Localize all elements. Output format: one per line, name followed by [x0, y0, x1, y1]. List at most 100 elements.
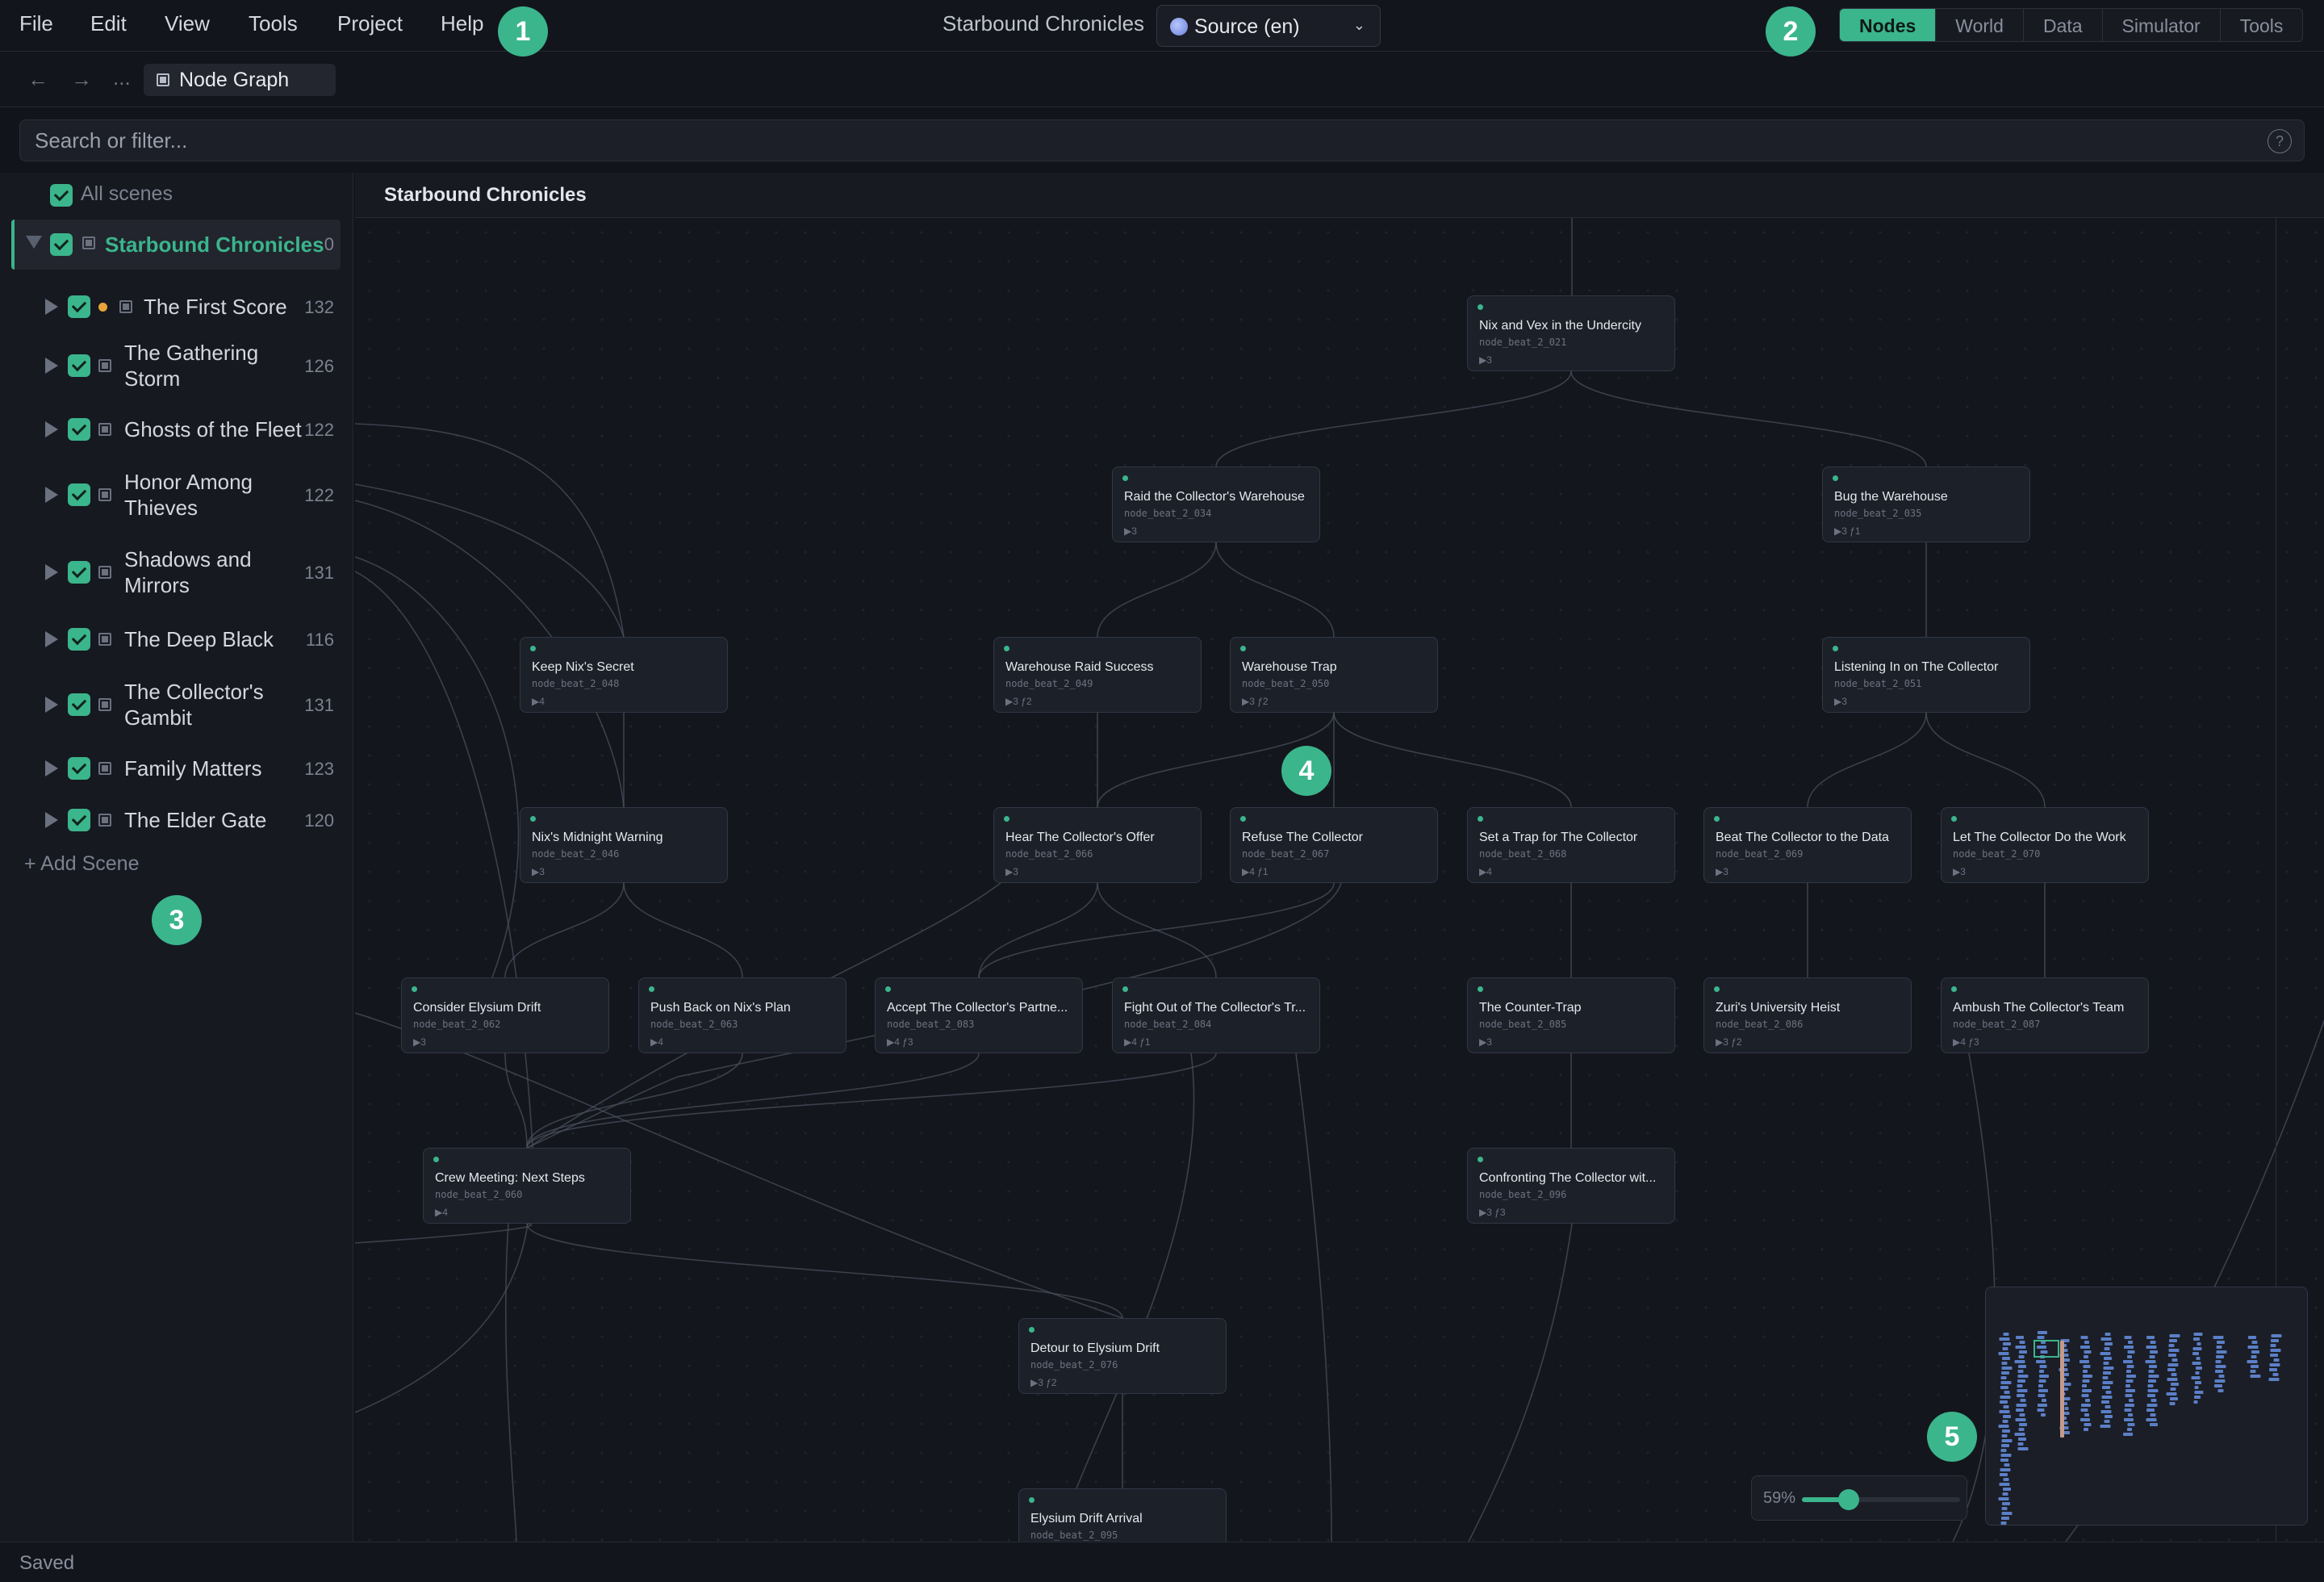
- sidebar-item-scene[interactable]: The Gathering Storm 126: [0, 333, 353, 399]
- all-scenes-checkbox[interactable]: [50, 184, 73, 207]
- minimap-node: [2127, 1355, 2132, 1358]
- minimap-node: [2171, 1383, 2179, 1386]
- node-status-dot-icon: [1478, 304, 1483, 310]
- forward-arrow-icon[interactable]: →: [71, 67, 92, 92]
- tab-data[interactable]: Data: [2024, 9, 2103, 41]
- graph-node[interactable]: Detour to Elysium Drift node_beat_2_076 ▶3…: [1018, 1318, 1227, 1394]
- node-id: node_beat_2_096: [1479, 1189, 1567, 1200]
- sidebar-item-scene[interactable]: Honor Among Thieves 122: [0, 462, 353, 528]
- minimap[interactable]: [1985, 1287, 2308, 1526]
- graph-node[interactable]: Raid the Collector's Warehouse node_beat_…: [1112, 467, 1320, 542]
- help-icon[interactable]: ?: [2268, 129, 2292, 153]
- graph-node[interactable]: Hear The Collector's Offer node_beat_2_06…: [993, 807, 1202, 883]
- graph-node[interactable]: Bug the Warehouse node_beat_2_035 ▶3 ƒ1: [1822, 467, 2030, 542]
- scene-checkbox[interactable]: [68, 561, 90, 584]
- graph-edge: [623, 882, 743, 978]
- minimap-node: [2149, 1365, 2157, 1368]
- graph-node[interactable]: Elysium Drift Arrival node_beat_2_095: [1018, 1488, 1227, 1542]
- graph-node[interactable]: Fight Out of The Collector's Tr... node_b…: [1112, 977, 1320, 1053]
- minimap-node: [2084, 1428, 2088, 1431]
- expand-triangle-icon[interactable]: [45, 358, 58, 374]
- zoom-slider-handle[interactable]: [1838, 1489, 1859, 1510]
- minimap-node: [2063, 1349, 2068, 1352]
- zoom-slider[interactable]: [1802, 1489, 1960, 1510]
- sidebar-item-scene[interactable]: The Collector's Gambit 131: [0, 672, 353, 738]
- graph-node[interactable]: Crew Meeting: Next Steps node_beat_2_060 ▶…: [423, 1148, 631, 1224]
- node-id: node_beat_2_034: [1124, 508, 1212, 519]
- add-scene-button[interactable]: + Add Scene: [24, 852, 139, 876]
- expand-triangle-icon[interactable]: [45, 564, 58, 580]
- menu-help[interactable]: Help: [441, 11, 483, 36]
- menu-project[interactable]: Project: [337, 11, 403, 36]
- scene-checkbox[interactable]: [68, 295, 90, 318]
- scene-checkbox[interactable]: [68, 628, 90, 651]
- sidebar-item-root-project[interactable]: Starbound Chronicles 0: [11, 220, 341, 270]
- graph-node[interactable]: Nix's Midnight Warning node_beat_2_046 ▶3: [520, 807, 728, 883]
- sidebar-item-scene[interactable]: Ghosts of the Fleet 122: [0, 407, 353, 452]
- graph-node[interactable]: Beat The Collector to the Data node_beat_…: [1703, 807, 1912, 883]
- minimap-node: [2191, 1376, 2201, 1379]
- menu-edit[interactable]: Edit: [90, 11, 127, 36]
- node-graph-canvas[interactable]: Nix and Vex in the Undercity node_beat_2_…: [355, 218, 2324, 1542]
- breadcrumb-more-button[interactable]: ...: [113, 65, 131, 90]
- minimap-node: [2251, 1341, 2258, 1344]
- graph-node[interactable]: Zuri's University Heist node_beat_2_086 ▶3…: [1703, 977, 1912, 1053]
- expand-triangle-icon[interactable]: [45, 631, 58, 647]
- tab-nodes[interactable]: Nodes: [1840, 9, 1937, 41]
- minimap-node: [2194, 1391, 2204, 1394]
- scene-checkbox[interactable]: [68, 483, 90, 506]
- graph-node[interactable]: Set a Trap for The Collector node_beat_2_…: [1467, 807, 1675, 883]
- sidebar-item-scene[interactable]: The First Score 132: [0, 284, 353, 329]
- expand-triangle-icon[interactable]: [45, 299, 58, 315]
- expand-triangle-icon[interactable]: [45, 697, 58, 713]
- breadcrumb[interactable]: Node Graph: [144, 64, 336, 96]
- minimap-node: [2125, 1379, 2134, 1383]
- sidebar-item-scene[interactable]: Shadows and Mirrors 131: [0, 539, 353, 605]
- menu-tools[interactable]: Tools: [249, 11, 298, 36]
- back-arrow-icon[interactable]: ←: [27, 67, 48, 92]
- graph-node[interactable]: The Counter-Trap node_beat_2_085 ▶3: [1467, 977, 1675, 1053]
- graph-node[interactable]: Warehouse Trap node_beat_2_050 ▶3 ƒ2: [1230, 637, 1438, 713]
- scene-checkbox[interactable]: [68, 418, 90, 441]
- menu-view[interactable]: View: [165, 11, 210, 36]
- scene-checkbox[interactable]: [68, 809, 90, 831]
- minimap-node: [2039, 1375, 2049, 1378]
- node-stats: ▶4 ƒ1: [1124, 1036, 1151, 1048]
- minimap-node: [1999, 1410, 2010, 1413]
- scene-checkbox[interactable]: [68, 757, 90, 780]
- tab-tools[interactable]: Tools: [2221, 9, 2303, 41]
- graph-node[interactable]: Nix and Vex in the Undercity node_beat_2_…: [1467, 295, 1675, 371]
- expand-triangle-icon[interactable]: [45, 487, 58, 503]
- expand-triangle-icon[interactable]: [45, 812, 58, 828]
- node-title: Keep Nix's Secret: [532, 660, 634, 674]
- graph-node[interactable]: Refuse The Collector node_beat_2_067 ▶4 ƒ1: [1230, 807, 1438, 883]
- expand-triangle-icon[interactable]: [45, 421, 58, 437]
- collapse-triangle-icon[interactable]: [26, 236, 42, 249]
- graph-node[interactable]: Keep Nix's Secret node_beat_2_048 ▶4: [520, 637, 728, 713]
- graph-node[interactable]: Accept The Collector's Partne... node_bea…: [875, 977, 1083, 1053]
- tab-simulator[interactable]: Simulator: [2103, 9, 2221, 41]
- sidebar-item-scene[interactable]: Family Matters 123: [0, 746, 353, 791]
- minimap-node: [2081, 1394, 2089, 1397]
- minimap-node: [2001, 1507, 2008, 1510]
- expand-triangle-icon[interactable]: [45, 760, 58, 776]
- menu-file[interactable]: File: [19, 11, 53, 36]
- graph-node[interactable]: Warehouse Raid Success node_beat_2_049 ▶3 …: [993, 637, 1202, 713]
- graph-node[interactable]: Consider Elysium Drift node_beat_2_062 ▶3: [401, 977, 609, 1053]
- locale-select[interactable]: Source (en) ⌄: [1156, 5, 1381, 47]
- search-input[interactable]: [19, 119, 2305, 161]
- graph-node[interactable]: Listening In on The Collector node_beat_2…: [1822, 637, 2030, 713]
- minimap-node: [2270, 1344, 2276, 1347]
- scene-checkbox[interactable]: [68, 693, 90, 716]
- scene-count: 122: [304, 420, 334, 440]
- tab-world[interactable]: World: [1936, 9, 2024, 41]
- graph-node[interactable]: Confronting The Collector wit... node_bea…: [1467, 1148, 1675, 1224]
- graph-node[interactable]: Let The Collector Do the Work node_beat_2…: [1941, 807, 2149, 883]
- sidebar-item-scene[interactable]: The Deep Black 116: [0, 617, 353, 662]
- sidebar-item-scene[interactable]: The Elder Gate 120: [0, 797, 353, 843]
- minimap-node: [2038, 1331, 2047, 1334]
- scene-checkbox[interactable]: [68, 354, 90, 377]
- root-checkbox[interactable]: [50, 233, 73, 256]
- graph-node[interactable]: Ambush The Collector's Team node_beat_2_0…: [1941, 977, 2149, 1053]
- graph-node[interactable]: Push Back on Nix's Plan node_beat_2_063 ▶4: [638, 977, 846, 1053]
